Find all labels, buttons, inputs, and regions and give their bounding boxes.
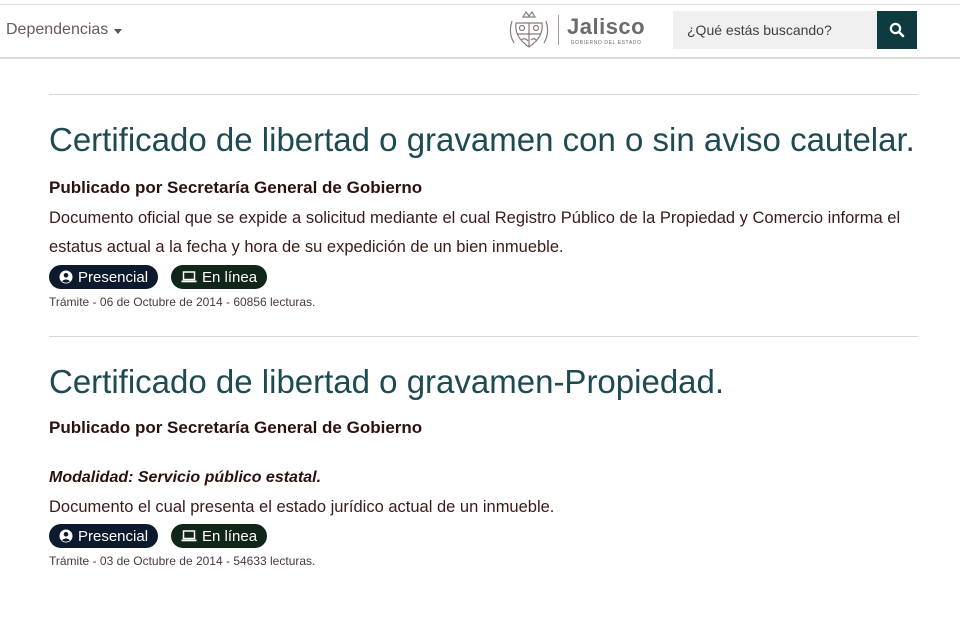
result-tags: Presencial En línea [49, 265, 918, 289]
result-modalidad: Modalidad: Servicio público estatal. [49, 469, 322, 486]
result-publisher: Publicado por Secretaría General de Gobi… [49, 178, 423, 197]
result-meta: Trámite - 03 de Octubre de 2014 - 54633 … [49, 554, 316, 568]
user-circle-icon [59, 270, 73, 284]
search-input[interactable] [673, 11, 877, 49]
logo-name: Jalisco [567, 13, 646, 39]
result-item: Certificado de libertad o gravamen-Propi… [49, 337, 918, 569]
user-circle-icon [59, 529, 73, 543]
logo-text: Jalisco GOBIERNO DEL ESTADO [567, 13, 646, 46]
tag-label: Presencial [78, 268, 149, 286]
tag-en-linea[interactable]: En línea [171, 265, 268, 289]
laptop-icon [181, 271, 197, 283]
laptop-icon [181, 530, 197, 542]
result-item: Certificado de libertad o gravamen con o… [49, 95, 918, 310]
tag-label: En línea [202, 527, 258, 545]
tag-label: En línea [202, 268, 258, 286]
dependencias-dropdown[interactable]: Dependencias [6, 21, 123, 39]
jalisco-logo[interactable]: Jalisco GOBIERNO DEL ESTADO [506, 7, 645, 53]
state-seal-icon [509, 10, 549, 48]
tag-en-linea[interactable]: En línea [171, 524, 268, 548]
result-publisher: Publicado por Secretaría General de Gobi… [49, 418, 423, 437]
search-button[interactable] [877, 11, 917, 49]
dependencias-label: Dependencias [6, 21, 109, 38]
result-description: Documento oficial que se expide a solici… [49, 209, 901, 256]
result-tags: Presencial En línea [49, 524, 918, 548]
caret-down-icon [114, 28, 123, 34]
result-description: Documento el cual presenta el estado jur… [49, 498, 555, 516]
top-header: Dependencias Jalisco GOBIERNO DEL ESTADO [0, 4, 960, 59]
result-title-link[interactable]: Certificado de libertad o gravamen-Propi… [49, 359, 918, 404]
result-meta: Trámite - 06 de Octubre de 2014 - 60856 … [49, 295, 316, 309]
tag-presencial[interactable]: Presencial [49, 265, 159, 289]
result-title-link[interactable]: Certificado de libertad o gravamen con o… [49, 117, 918, 162]
search-icon [889, 22, 905, 38]
tag-label: Presencial [78, 527, 149, 545]
results-list: Certificado de libertad o gravamen con o… [49, 94, 918, 569]
logo-separator [558, 15, 559, 45]
tag-presencial[interactable]: Presencial [49, 524, 159, 548]
search-bar [673, 11, 917, 49]
logo-subtitle: GOBIERNO DEL ESTADO [570, 39, 642, 46]
